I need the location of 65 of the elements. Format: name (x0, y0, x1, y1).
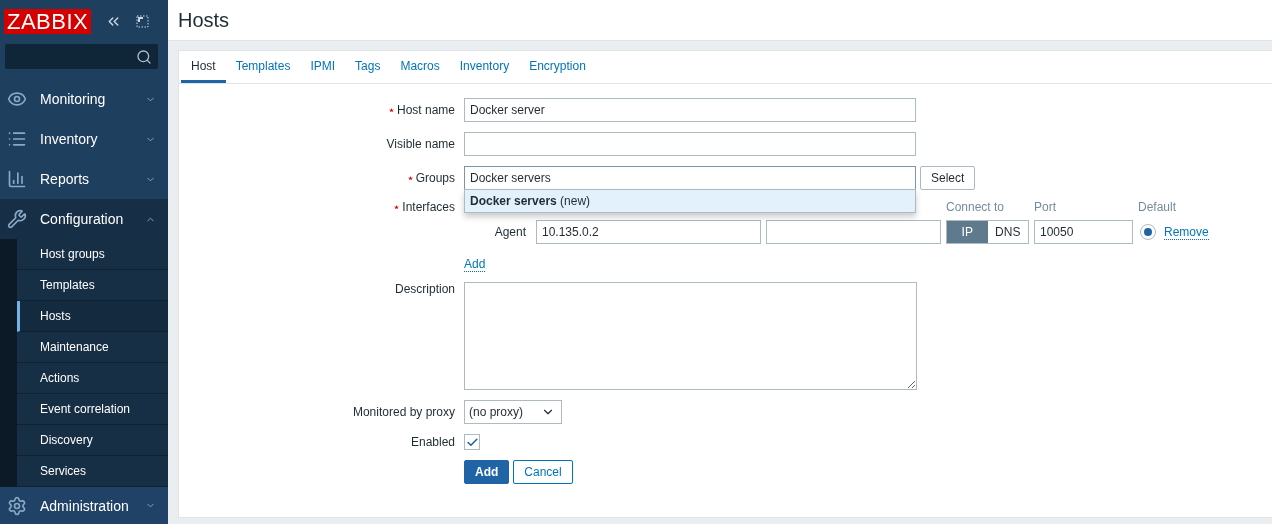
page-title: Hosts (178, 8, 230, 32)
field-label: Groups (415, 171, 455, 185)
column-header: Port (1034, 200, 1057, 214)
tab[interactable]: Encryption (519, 51, 596, 83)
search-field[interactable] (5, 44, 158, 69)
gear-icon (7, 495, 27, 516)
cancel-button[interactable]: Cancel (513, 460, 573, 484)
column-header: Default (1138, 200, 1178, 214)
eye-icon (7, 89, 27, 109)
dns-name-field[interactable] (766, 220, 941, 244)
field-label: Visible name (386, 137, 455, 151)
menu-item[interactable]: Inventory (0, 119, 168, 159)
menu-item[interactable]: Reports (0, 159, 168, 199)
add-link[interactable]: Add (464, 257, 486, 272)
menu-label: Reports (40, 171, 91, 187)
field-label: Host name (396, 103, 455, 117)
menu-label: Administration (40, 497, 130, 514)
submenu-item[interactable]: Templates (17, 270, 168, 301)
submenu-item[interactable]: Actions (17, 363, 168, 394)
menu-item[interactable]: Monitoring (0, 79, 168, 119)
select-button[interactable]: Select (920, 166, 976, 190)
required-icon (407, 175, 413, 181)
submenu-item[interactable]: Host groups (17, 239, 168, 270)
groups-field[interactable]: Docker servers (464, 166, 916, 190)
menu-item[interactable]: Administration (0, 487, 168, 524)
menu-label: Inventory (40, 131, 99, 147)
description-field[interactable] (464, 282, 917, 390)
interface-type: Agent (493, 225, 527, 239)
field-label: Enabled (410, 435, 455, 449)
field-label: Description (394, 282, 455, 296)
tab[interactable]: Host (181, 51, 226, 83)
connect-toggle[interactable]: IP (947, 221, 988, 243)
required-icon (394, 204, 400, 210)
expand-icon[interactable] (136, 15, 150, 28)
menu-label: Configuration (40, 211, 125, 227)
submenu-item[interactable]: Discovery (17, 425, 168, 456)
list-icon (7, 129, 27, 149)
remove-link[interactable]: Remove (1164, 224, 1209, 240)
menu-item[interactable]: Configuration (0, 199, 168, 239)
enabled-checkbox[interactable] (464, 434, 480, 450)
bar-chart-icon (7, 169, 27, 189)
suggestion-item[interactable]: Docker servers (new) (464, 189, 916, 213)
host-name-field[interactable]: Docker server (464, 98, 916, 122)
tab[interactable]: Inventory (449, 51, 520, 83)
tab[interactable]: Tags (345, 51, 391, 83)
wrench-icon (7, 209, 27, 229)
submenu-item[interactable]: Event correlation (17, 394, 168, 425)
menu-label: Monitoring (40, 91, 107, 107)
submenu-item[interactable]: Services (17, 456, 168, 487)
submenu-item[interactable]: Hosts (17, 301, 168, 332)
ip-address-field[interactable]: 10.135.0.2 (536, 220, 761, 244)
search-icon (136, 48, 152, 65)
field-label: Interfaces (402, 200, 455, 214)
logo: ZABBIX (4, 9, 92, 34)
port-field[interactable]: 10050 (1034, 220, 1133, 244)
tab[interactable]: Macros (390, 51, 450, 83)
field-label: Monitored by proxy (352, 405, 455, 419)
proxy-select[interactable]: (no proxy) (464, 400, 562, 424)
visible-name-field[interactable] (464, 132, 916, 156)
column-header: Connect to (946, 200, 1006, 214)
add-button[interactable]: Add (464, 460, 510, 484)
tab[interactable]: Templates (225, 51, 301, 83)
submenu-item[interactable]: Maintenance (17, 332, 168, 363)
required-icon (388, 107, 394, 113)
tab[interactable]: IPMI (300, 51, 346, 83)
